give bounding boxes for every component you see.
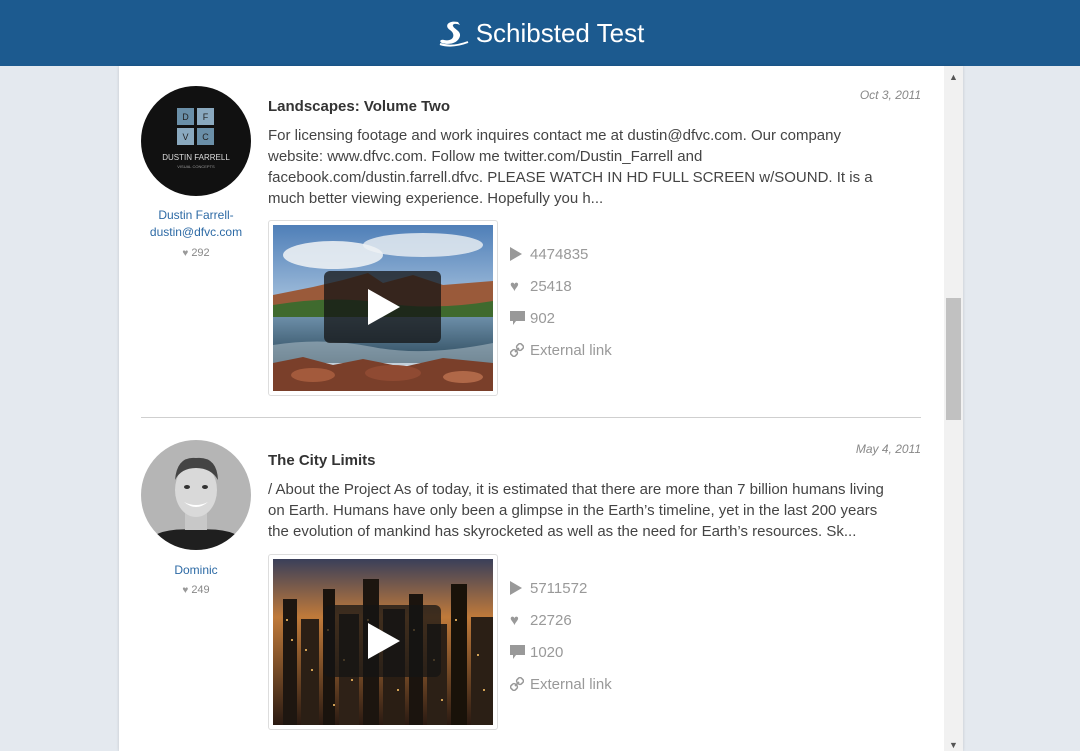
brand[interactable]: Schibsted Test bbox=[436, 17, 645, 49]
dfvc-logo-icon: D F V C DUSTIN FARRELL VISUAL CONCEPTS bbox=[141, 86, 251, 196]
link-icon bbox=[510, 343, 530, 357]
play-count-icon bbox=[510, 581, 530, 595]
author-likes-count: 249 bbox=[191, 584, 210, 596]
comments-count: 902 bbox=[530, 309, 556, 327]
video-stats: 5711572 ♥ 22726 1020 External link bbox=[510, 572, 612, 700]
author-avatar[interactable] bbox=[141, 440, 251, 550]
schibsted-logo-icon bbox=[439, 21, 469, 47]
author-name-link[interactable]: Dominic bbox=[141, 562, 251, 579]
author-name[interactable]: Dominic bbox=[141, 562, 251, 579]
author-photo bbox=[141, 440, 251, 550]
plays-stat: 5711572 bbox=[510, 572, 612, 604]
scrollbar-thumb[interactable] bbox=[946, 298, 961, 420]
play-button[interactable] bbox=[324, 271, 441, 343]
external-link-label[interactable]: External link bbox=[530, 676, 612, 693]
comments-stat: 1020 bbox=[510, 636, 612, 668]
heart-icon: ♥ bbox=[510, 611, 519, 629]
video-description: For licensing footage and work inquires … bbox=[268, 127, 873, 207]
external-link[interactable]: External link bbox=[510, 668, 612, 700]
author-likes-count: 292 bbox=[191, 247, 210, 259]
play-button[interactable] bbox=[324, 605, 441, 677]
scroll-down-arrow-icon[interactable]: ▼ bbox=[944, 739, 963, 751]
heart-icon: ♥ bbox=[182, 585, 189, 596]
external-link[interactable]: External link bbox=[510, 334, 612, 366]
video-date: May 4, 2011 bbox=[855, 442, 921, 456]
video-entry: D F V C DUSTIN FARRELL VISUAL CONCEPTS D… bbox=[141, 86, 921, 416]
video-title[interactable]: Landscapes: Volume Two bbox=[268, 98, 450, 115]
video-thumbnail[interactable] bbox=[268, 554, 498, 730]
comment-icon bbox=[510, 645, 530, 659]
author-likes: ♥ 292 bbox=[141, 247, 251, 259]
comments-stat: 902 bbox=[510, 302, 612, 334]
thumbnail-image bbox=[273, 559, 493, 725]
svg-text:VISUAL CONCEPTS: VISUAL CONCEPTS bbox=[177, 164, 215, 169]
likes-count: 22726 bbox=[530, 611, 572, 629]
play-icon bbox=[367, 623, 400, 659]
comment-icon bbox=[510, 311, 530, 325]
svg-text:V: V bbox=[182, 132, 188, 142]
top-bar: Schibsted Test bbox=[0, 0, 1080, 66]
play-count-icon bbox=[510, 247, 530, 261]
likes-stat: ♥ 25418 bbox=[510, 270, 612, 302]
plays-count: 4474835 bbox=[530, 245, 589, 263]
thumbnail-image bbox=[273, 225, 493, 391]
video-entry: Dominic ♥ 249 The City Limits May 4, 201… bbox=[141, 440, 921, 751]
svg-text:DUSTIN FARRELL: DUSTIN FARRELL bbox=[162, 153, 230, 162]
scroll-up-arrow-icon[interactable]: ▲ bbox=[944, 71, 963, 83]
plays-count: 5711572 bbox=[530, 579, 588, 597]
author-name[interactable]: Dustin Farrell- bbox=[141, 207, 251, 224]
scrollbar[interactable]: ▲ ▼ bbox=[944, 66, 963, 751]
likes-stat: ♥ 22726 bbox=[510, 604, 612, 636]
svg-text:F: F bbox=[203, 112, 209, 122]
video-date: Oct 3, 2011 bbox=[859, 88, 921, 102]
video-description: / About the Project As of today, it is e… bbox=[268, 481, 884, 540]
likes-count: 25418 bbox=[530, 277, 572, 295]
author-name-link[interactable]: Dustin Farrell- dustin@dfvc.com bbox=[141, 207, 251, 241]
video-list-panel: D F V C DUSTIN FARRELL VISUAL CONCEPTS D… bbox=[119, 66, 963, 751]
video-thumbnail[interactable] bbox=[268, 220, 498, 396]
author-likes: ♥ 249 bbox=[141, 584, 251, 596]
external-link-label[interactable]: External link bbox=[530, 342, 612, 359]
video-title[interactable]: The City Limits bbox=[268, 452, 376, 469]
svg-text:D: D bbox=[182, 112, 189, 122]
app-title: Schibsted Test bbox=[475, 17, 645, 48]
author-email[interactable]: dustin@dfvc.com bbox=[141, 224, 251, 241]
comments-count: 1020 bbox=[530, 643, 564, 661]
link-icon bbox=[510, 677, 530, 691]
heart-icon: ♥ bbox=[182, 248, 189, 259]
video-stats: 4474835 ♥ 25418 902 External link bbox=[510, 238, 612, 366]
entry-divider bbox=[141, 417, 921, 418]
play-icon bbox=[367, 289, 400, 325]
plays-stat: 4474835 bbox=[510, 238, 612, 270]
heart-icon: ♥ bbox=[510, 277, 519, 295]
author-avatar[interactable]: D F V C DUSTIN FARRELL VISUAL CONCEPTS bbox=[141, 86, 251, 196]
svg-text:C: C bbox=[202, 132, 209, 142]
